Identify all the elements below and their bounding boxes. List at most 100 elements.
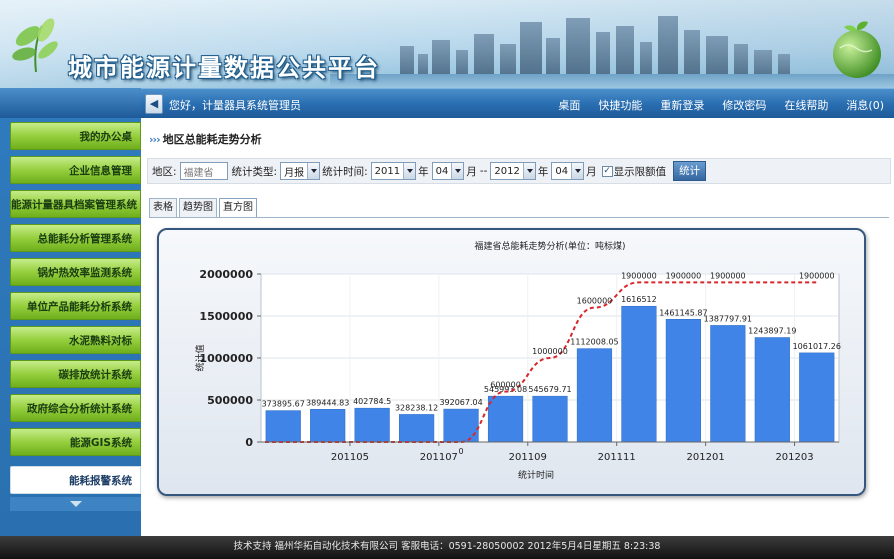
header-banner: 城市能源计量数据公共平台 xyxy=(0,0,894,88)
nav-link-change-password[interactable]: 修改密码 xyxy=(722,97,766,113)
sidebar-item-cement-benchmark[interactable]: 水泥熟料对标 xyxy=(10,326,141,354)
start-year-unit: 年 xyxy=(418,165,429,178)
sidebar-item-carbon-stats[interactable]: 碳排放统计系统 xyxy=(10,360,141,388)
chevron-down-icon xyxy=(451,163,464,179)
region-label: 地区: xyxy=(152,165,177,178)
x-tick-label: 201111 xyxy=(598,452,636,463)
footer: 技术支持 福州华拓自动化技术有限公司 客服电话：0591-28050002 20… xyxy=(0,536,894,559)
y-tick-label: 500000 xyxy=(207,394,253,407)
sidebar-item-government-stats[interactable]: 政府综合分析统计系统 xyxy=(10,394,141,422)
bar-value-label: 392067.04 xyxy=(439,398,482,407)
tab-histogram[interactable]: 直方图 xyxy=(219,198,257,217)
back-button[interactable]: ◀ xyxy=(145,94,163,114)
bar-value-label: 545679.71 xyxy=(528,385,571,394)
app-title: 城市能源计量数据公共平台 xyxy=(68,54,380,82)
view-tabs: 表格 趋势图 直方图 xyxy=(149,198,259,217)
nav-link-shortcuts[interactable]: 快捷功能 xyxy=(598,97,642,113)
bar-201109 xyxy=(487,395,524,443)
nav-link-relogin[interactable]: 重新登录 xyxy=(660,97,704,113)
sidebar-item-unit-product[interactable]: 单位产品能耗分析系统 xyxy=(10,292,141,320)
y-tick-label: 0 xyxy=(245,436,253,449)
time-label: 统计时间: xyxy=(322,165,368,178)
limit-value-label: 1900000 xyxy=(710,271,746,280)
bar-201110 xyxy=(532,395,568,443)
leaf-logo-icon xyxy=(12,18,58,73)
sidebar-item-boiler-efficiency[interactable]: 锅炉热效率监测系统 xyxy=(10,258,141,286)
nav-link-help[interactable]: 在线帮助 xyxy=(784,97,828,113)
end-year-unit: 年 xyxy=(537,165,549,178)
x-tick-label: 201107 xyxy=(420,452,458,463)
limit-value-label: 0 xyxy=(459,447,464,456)
show-limit-label: 显示限额值 xyxy=(613,165,667,178)
filter-bar: 地区: 统计类型: 月报 统计时间: 2011 年 04 月 -- 2012 年… xyxy=(147,158,891,184)
region-input[interactable] xyxy=(179,162,228,180)
bar-201105 xyxy=(310,409,346,443)
end-year-select[interactable]: 2012 xyxy=(490,162,536,180)
bar-201107 xyxy=(399,414,435,443)
end-month-unit: 月 xyxy=(586,165,597,178)
main-content: ›››地区总能耗走势分析 地区: 统计类型: 月报 统计时间: 2011 年 0… xyxy=(141,118,894,536)
sidebar-item-my-desk[interactable]: 我的办公桌 xyxy=(10,122,141,150)
arrow-left-icon: ◀ xyxy=(149,97,159,110)
y-tick-label: 1500000 xyxy=(199,310,253,323)
energy-bar-chart: 福建省总能耗走势分析(单位：吨标煤) 0 500000 1000000 1500000 2… xyxy=(194,240,841,481)
user-greeting: 您好，计量器具系统管理员 xyxy=(169,99,301,112)
top-navbar: ◀ 您好，计量器具系统管理员 桌面 快捷功能 重新登录 修改密码 在线帮助 消息… xyxy=(141,88,894,118)
tab-trend[interactable]: 趋势图 xyxy=(179,198,217,217)
sidebar-scroll-down[interactable] xyxy=(10,497,141,511)
x-tick-label: 201105 xyxy=(331,452,369,463)
bar-201202 xyxy=(710,325,746,443)
triple-arrow-icon: ››› xyxy=(149,133,161,146)
chart-panel: 福建省总能耗走势分析(单位：吨标煤) 0 500000 1000000 1500000 2… xyxy=(157,228,866,496)
limit-value-label: 600000 xyxy=(490,381,521,390)
bar-value-label: 1243897.19 xyxy=(748,327,796,336)
sidebar-item-energy-gis[interactable]: 能源GIS系统 xyxy=(10,428,141,456)
limit-value-label: 1900000 xyxy=(621,271,657,280)
sidebar-item-total-energy[interactable]: 总能耗分析管理系统 xyxy=(10,224,141,252)
y-tick-label: 1000000 xyxy=(199,352,253,365)
bar-value-label: 389444.83 xyxy=(306,398,349,407)
bar-201104 xyxy=(265,410,301,443)
type-label: 统计类型: xyxy=(231,165,278,178)
limit-value-label: 1900000 xyxy=(666,271,702,280)
end-month-select[interactable]: 04 xyxy=(551,162,585,180)
bar-201111 xyxy=(576,348,613,443)
stat-submit-button[interactable]: 统计 xyxy=(673,161,707,181)
limit-value-label: 1600000 xyxy=(577,297,613,306)
bar-value-label: 402784.5 xyxy=(353,397,391,406)
triangle-down-icon xyxy=(69,501,82,507)
chart-title: 福建省总能耗走势分析(单位：吨标煤) xyxy=(474,240,625,252)
show-limit-checkbox[interactable]: ✓ xyxy=(601,165,613,177)
nav-links: 桌面 快捷功能 重新登录 修改密码 在线帮助 消息(0) xyxy=(540,97,884,113)
bar-value-label: 1616512 xyxy=(621,295,657,304)
sidebar-item-enterprise-info[interactable]: 企业信息管理 xyxy=(10,156,141,184)
start-month-select[interactable]: 04 xyxy=(431,162,465,180)
nav-link-messages[interactable]: 消息(0) xyxy=(846,97,884,113)
bar-201112 xyxy=(621,305,657,443)
x-tick-label: 201109 xyxy=(509,452,547,463)
range-separator: -- xyxy=(479,165,488,177)
bar-value-label: 1061017.26 xyxy=(793,342,841,351)
y-tick-label: 2000000 xyxy=(199,268,253,281)
bar-201106 xyxy=(354,407,390,443)
bar-201108 xyxy=(443,408,479,443)
sidebar-item-energy-alarm[interactable]: 能耗报警系统 xyxy=(10,466,141,494)
chevron-down-icon xyxy=(403,163,416,179)
type-select[interactable]: 月报 xyxy=(280,162,321,180)
limit-value-label: 1900000 xyxy=(799,271,835,280)
globe-icon xyxy=(833,21,881,78)
start-year-select[interactable]: 2011 xyxy=(370,162,417,180)
bar-value-label: 328238.12 xyxy=(395,403,438,412)
x-tick-label: 201201 xyxy=(687,452,725,463)
x-tick-label: 201203 xyxy=(775,452,813,463)
chevron-down-icon xyxy=(522,163,535,179)
chevron-down-icon xyxy=(307,163,320,179)
tab-table[interactable]: 表格 xyxy=(149,198,177,217)
nav-link-desktop[interactable]: 桌面 xyxy=(558,97,580,113)
x-axis-label: 统计时间 xyxy=(518,469,554,481)
sidebar-item-meter-archive[interactable]: 能源计量器具档案管理系统 xyxy=(10,190,141,218)
bar-value-label: 1112008.05 xyxy=(570,338,618,347)
y-axis-label: 统计值 xyxy=(194,344,206,371)
section-title: ››› 地区总能耗走势分析 xyxy=(149,133,262,146)
bar-201203 xyxy=(754,337,790,443)
